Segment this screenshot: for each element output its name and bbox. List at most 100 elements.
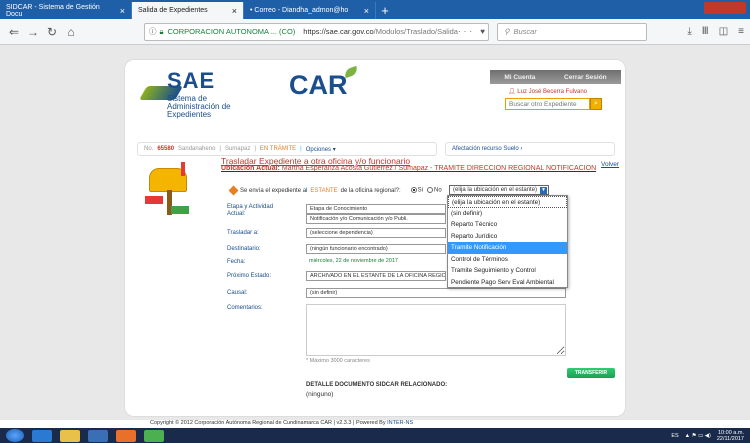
status-item-1: Sandanaheno xyxy=(178,146,216,152)
reload-icon[interactable]: ↻ xyxy=(44,24,60,40)
max-chars-hint: * Máximo 3000 caracteres xyxy=(306,358,370,364)
afectacion-link[interactable]: Afectación recurso Suelo › xyxy=(445,142,615,156)
car-logo: CAR xyxy=(289,65,359,101)
tray-icons[interactable]: ▲ ⚑ ▭ ◀) xyxy=(685,433,711,439)
url-path: /Modulos/Traslado/Salida xyxy=(373,27,458,36)
dropdown-option[interactable]: Tramite Seguimiento y Control xyxy=(448,265,567,277)
status-badge: EN TRÁMITE xyxy=(259,146,297,152)
dropdown-option-selected[interactable]: Tramite Notificación xyxy=(448,242,567,254)
browser-search-input[interactable]: ⚲ Buscar xyxy=(497,22,647,41)
new-tab-button[interactable]: + xyxy=(376,2,394,19)
sae-logo[interactable]: SAE Sistema de Administración de Expedie… xyxy=(138,68,273,119)
language-indicator[interactable]: ES xyxy=(671,433,678,439)
chrome-icon[interactable] xyxy=(144,429,164,442)
fecha-value: miércoles, 22 de noviembre de 2017 xyxy=(306,257,446,267)
dropdown-option[interactable]: Control de Términos xyxy=(448,254,567,266)
user-name[interactable]: 👤︎ Luz José Becerra Fulvano xyxy=(490,84,621,95)
trasladar-select[interactable]: (seleccione dependencia) xyxy=(306,228,446,238)
mi-cuenta-link[interactable]: Mi Cuenta xyxy=(504,74,535,81)
etapa-field: Etapa de Conocimiento xyxy=(306,204,446,214)
mailbox-icon xyxy=(145,160,195,215)
browser-tab-bar: SIDCAR - Sistema de Gestión Docu × Salida… xyxy=(0,0,750,19)
dropdown-option[interactable]: (elija la ubicación en el estante) xyxy=(448,196,567,208)
chevron-down-icon[interactable]: ▼ xyxy=(540,187,547,194)
forward-icon[interactable]: → xyxy=(25,24,41,40)
tab-correo[interactable]: • Correo - Diandha_admon@ho × xyxy=(244,2,376,19)
radio-no-label: No xyxy=(434,187,442,194)
proximo-estado-label: Próximo Estado: xyxy=(227,273,272,279)
trasladar-label: Trasladar a: xyxy=(227,230,259,236)
dropdown-option[interactable]: Reparto Técnico xyxy=(448,219,567,231)
logo-sae-text: SAE xyxy=(167,68,216,93)
search-placeholder: Buscar xyxy=(513,27,537,36)
sidebar-icon[interactable]: ◫ xyxy=(719,26,728,37)
url-domain: https://sae.car.gov.co xyxy=(303,27,374,36)
window-controls[interactable] xyxy=(704,2,746,14)
search-go-button[interactable]: ⌕ xyxy=(590,98,602,110)
start-button-icon[interactable] xyxy=(6,429,24,442)
search-icon: ⚲ xyxy=(504,27,510,36)
radio-si[interactable] xyxy=(410,187,417,194)
comentarios-textarea[interactable] xyxy=(306,304,566,356)
footer-brand-link[interactable]: INTER-NS xyxy=(387,420,413,426)
causal-select[interactable]: (sin definir) xyxy=(306,288,566,298)
estante-select[interactable]: (elija la ubicación en el estante) ▼ xyxy=(449,185,549,195)
expediente-search: ⌕ xyxy=(505,98,621,110)
tab-label: SIDCAR - Sistema de Gestión Docu xyxy=(6,3,100,18)
media-icon[interactable] xyxy=(88,429,108,442)
tab-sidcar[interactable]: SIDCAR - Sistema de Gestión Docu × xyxy=(0,2,132,19)
transferir-button[interactable]: TRANSFERIR xyxy=(567,368,615,378)
fecha-label: Fecha: xyxy=(227,259,246,265)
user-panel: Mi Cuenta Cerrar Sesión 👤︎ Luz José Bece… xyxy=(490,70,621,140)
copyright-text: Copyright © 2012 Corporación Autónoma Re… xyxy=(150,420,386,426)
download-icon[interactable]: ⤓ xyxy=(687,26,691,37)
url-organization: CORPORACION AUTONOMA ... (CO) xyxy=(167,27,296,36)
comentarios-label: Comentarios: xyxy=(227,305,263,311)
estante-dropdown-list: (elija la ubicación en el estante) (sin … xyxy=(447,195,568,288)
clock-date: 22/11/2017 xyxy=(716,435,744,442)
logo-car-text: CAR xyxy=(289,70,348,100)
user-name-text: Luz José Becerra Fulvano xyxy=(517,89,587,95)
browser-nav-bar: ⇐ → ↻ ⌂ ⓘ 🔒︎ CORPORACION AUTONOMA ... (C… xyxy=(0,19,750,45)
close-icon[interactable]: × xyxy=(232,6,237,16)
close-icon[interactable]: × xyxy=(364,6,369,16)
explorer-icon[interactable] xyxy=(60,429,80,442)
back-icon[interactable]: ⇐ xyxy=(6,24,22,40)
proximo-estado-field: ARCHIVADO EN EL ESTANTE DE LA OFICINA RE… xyxy=(306,271,446,281)
dropdown-option[interactable]: (sin definir) xyxy=(448,208,567,220)
estante-question: Se envía el expediente al ESTANTE de la … xyxy=(228,185,442,196)
cerrar-sesion-link[interactable]: Cerrar Sesión xyxy=(564,74,607,81)
number-label: No. xyxy=(144,146,154,152)
volver-link[interactable]: Volver xyxy=(601,161,619,168)
lock-icon: 🔒︎ xyxy=(159,26,164,36)
tab-salida-expedientes[interactable]: Salida de Expedientes × xyxy=(132,2,244,19)
status-item-2: Sumapaz xyxy=(224,146,251,152)
etapa-label: Etapa y Actividad Actual: xyxy=(227,204,274,217)
ubicacion-actual: Ubicación Actual: Martha Esperanza Acost… xyxy=(221,165,596,172)
home-icon[interactable]: ⌂ xyxy=(63,24,79,40)
ie-icon[interactable] xyxy=(32,429,52,442)
clock-time: 10:00 a.m. xyxy=(718,429,744,436)
firefox-icon[interactable] xyxy=(116,429,136,442)
destinatario-select[interactable]: (ningún funcionario encontrado) xyxy=(306,244,446,254)
dropdown-option[interactable]: Pendiente Pago Serv Eval Ambiental xyxy=(448,277,567,289)
close-icon[interactable]: × xyxy=(120,6,125,16)
info-icon[interactable]: ⓘ xyxy=(149,26,157,37)
question-text-end: de la oficina regional?: xyxy=(340,187,401,194)
logo-subtitle: Sistema de Administración de Expedientes xyxy=(167,94,231,119)
page-actions-icon[interactable]: ··· ♥ ☆ xyxy=(458,27,488,36)
expediente-search-input[interactable] xyxy=(505,98,590,110)
url-bar[interactable]: ⓘ 🔒︎ CORPORACION AUTONOMA ... (CO) https… xyxy=(144,22,489,41)
estante-select-value: (elija la ubicación en el estante) xyxy=(453,187,538,193)
clock[interactable]: 10:00 a.m. 22/11/2017 xyxy=(717,430,744,442)
page-footer: Copyright © 2012 Corporación Autónoma Re… xyxy=(150,419,620,428)
library-icon[interactable]: Ⅲ xyxy=(702,26,709,37)
detalle-heading: DETALLE DOCUMENTO SIDCAR RELACIONADO: xyxy=(306,382,448,388)
opciones-menu[interactable]: Opciones ▾ xyxy=(306,146,336,153)
menu-icon[interactable]: ≡ xyxy=(738,26,744,37)
warning-icon xyxy=(228,185,239,196)
radio-no[interactable] xyxy=(427,187,434,194)
expediente-number: 65580 xyxy=(157,146,175,152)
dropdown-option[interactable]: Reparto Jurídico xyxy=(448,231,567,243)
actividad-field: Notificación y/o Comunicación y/o Publi. xyxy=(306,214,446,224)
